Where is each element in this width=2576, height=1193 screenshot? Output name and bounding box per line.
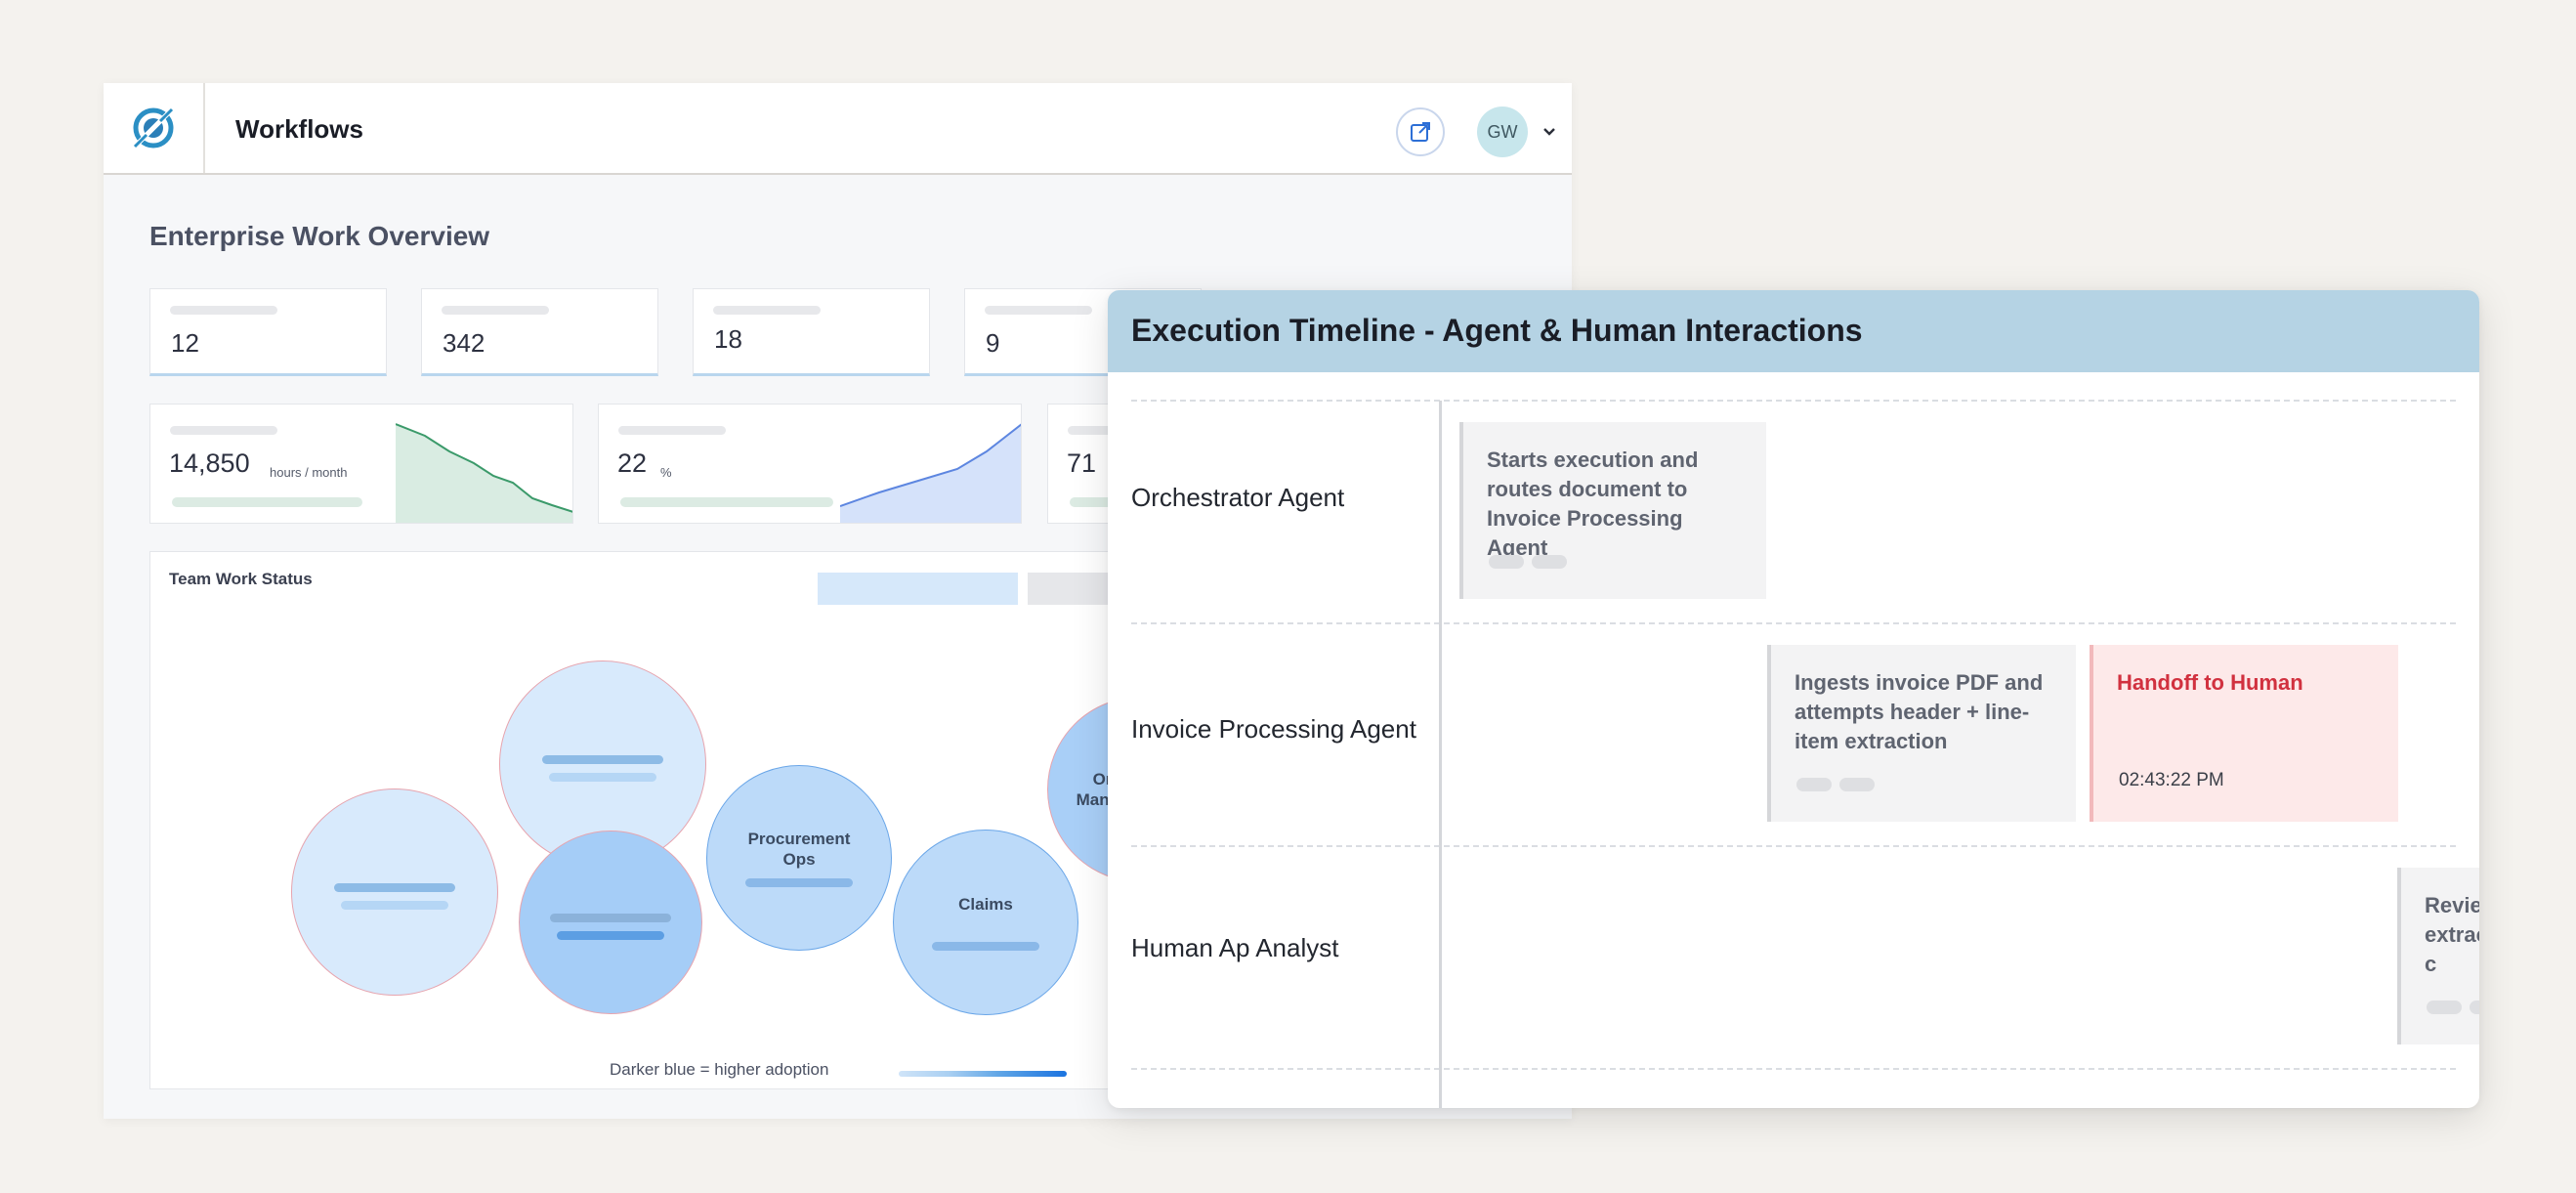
kpi-value: 12 xyxy=(171,328,199,358)
metric-progress-bar xyxy=(172,497,362,507)
metric-value: 22 xyxy=(617,448,648,478)
event-text: Ingests invoice PDF and attempts header … xyxy=(1795,670,2044,753)
bubble-label-placeholder xyxy=(932,942,1039,951)
user-avatar[interactable]: GW xyxy=(1477,107,1528,157)
event-tags xyxy=(1796,778,1875,791)
bubble-label: Procurement Ops xyxy=(747,830,851,869)
metric-value: 71 xyxy=(1067,448,1097,478)
kpi-value: 18 xyxy=(714,324,742,354)
row-label: Human Ap Analyst xyxy=(1131,933,1339,962)
event-tags xyxy=(2427,1001,2479,1014)
timeline-axis-line xyxy=(1439,401,1442,1108)
tag-placeholder xyxy=(1532,555,1567,569)
metric-sparkline xyxy=(840,423,1021,523)
metric-label-placeholder xyxy=(170,426,277,435)
event-text: Handoff to Human xyxy=(2117,670,2303,695)
timeline-header: Execution Timeline - Agent & Human Inter… xyxy=(1108,290,2479,372)
bubble-label: Claims xyxy=(958,895,1013,914)
team-bubble[interactable] xyxy=(291,788,498,996)
legend-text: Darker blue = higher adoption xyxy=(610,1060,829,1079)
metric-card[interactable]: 14,850 hours / month xyxy=(149,404,573,524)
row-divider xyxy=(1131,622,2456,624)
metric-label-placeholder xyxy=(618,426,726,435)
tag-placeholder xyxy=(2427,1001,2462,1014)
event-timestamp: 02:43:22 PM xyxy=(2119,770,2224,790)
bubble-label-placeholder xyxy=(549,773,656,782)
row-divider xyxy=(1131,1068,2456,1070)
team-status-card: Team Work Status Procurement Ops Claims xyxy=(149,551,1185,1089)
tag-placeholder xyxy=(1796,778,1832,791)
event-text: Review extrac tax, c xyxy=(2425,893,2479,976)
bubble-label-placeholder xyxy=(557,931,664,940)
team-status-title: Team Work Status xyxy=(169,570,313,588)
tag-placeholder xyxy=(1839,778,1875,791)
team-bubble[interactable]: Claims xyxy=(893,830,1078,1015)
filter-tab[interactable] xyxy=(818,573,1018,605)
bubble-label-placeholder xyxy=(550,914,671,922)
timeline-event[interactable]: Review extrac tax, c xyxy=(2397,868,2479,1044)
kpi-label-placeholder xyxy=(985,306,1092,315)
bubble-label-placeholder xyxy=(542,755,663,764)
metric-progress-bar xyxy=(620,497,833,507)
bubble-label-placeholder xyxy=(745,878,853,887)
open-external-icon xyxy=(1411,122,1430,142)
kpi-label-placeholder xyxy=(170,306,277,315)
execution-timeline-panel: Execution Timeline - Agent & Human Inter… xyxy=(1108,290,2479,1108)
kpi-card[interactable]: 12 xyxy=(149,288,387,376)
chevron-down-icon[interactable] xyxy=(1540,122,1559,142)
bubble-label-placeholder xyxy=(334,883,455,892)
bubble-label-placeholder xyxy=(341,901,448,910)
metric-sparkline xyxy=(396,423,572,523)
logo-icon xyxy=(131,106,176,150)
metric-unit: % xyxy=(660,465,672,480)
kpi-card[interactable]: 342 xyxy=(421,288,658,376)
app-header: Workflows GW xyxy=(104,83,1572,175)
row-label: Orchestrator Agent xyxy=(1131,483,1345,512)
tag-placeholder xyxy=(1489,555,1524,569)
handoff-event[interactable]: Handoff to Human 02:43:22 PM xyxy=(2090,645,2398,822)
page-title: Enterprise Work Overview xyxy=(149,221,490,251)
kpi-label-placeholder xyxy=(442,306,549,315)
kpi-value: 342 xyxy=(443,328,486,358)
row-divider xyxy=(1131,400,2456,402)
timeline-event[interactable]: Ingests invoice PDF and attempts header … xyxy=(1767,645,2076,822)
tag-placeholder xyxy=(2470,1001,2479,1014)
metric-card[interactable]: 22 % xyxy=(598,404,1022,524)
event-tags xyxy=(1489,555,1567,569)
team-bubble[interactable]: Procurement Ops xyxy=(706,765,892,951)
legend-gradient xyxy=(899,1071,1067,1077)
row-label: Invoice Processing Agent xyxy=(1131,714,1416,744)
kpi-card[interactable]: 18 xyxy=(693,288,930,376)
timeline-event[interactable]: Starts execution and routes document to … xyxy=(1459,422,1766,599)
open-external-button[interactable] xyxy=(1396,107,1445,156)
metric-unit: hours / month xyxy=(270,465,348,480)
kpi-value: 9 xyxy=(986,328,1000,358)
kpi-label-placeholder xyxy=(713,306,821,315)
metric-value: 14,850 xyxy=(169,448,250,478)
team-bubble[interactable] xyxy=(519,831,702,1014)
app-title: Workflows xyxy=(235,114,363,144)
event-text: Starts execution and routes document to … xyxy=(1487,447,1699,560)
logo-button[interactable] xyxy=(104,83,205,173)
timeline-title: Execution Timeline - Agent & Human Inter… xyxy=(1131,313,1863,348)
row-divider xyxy=(1131,845,2456,847)
